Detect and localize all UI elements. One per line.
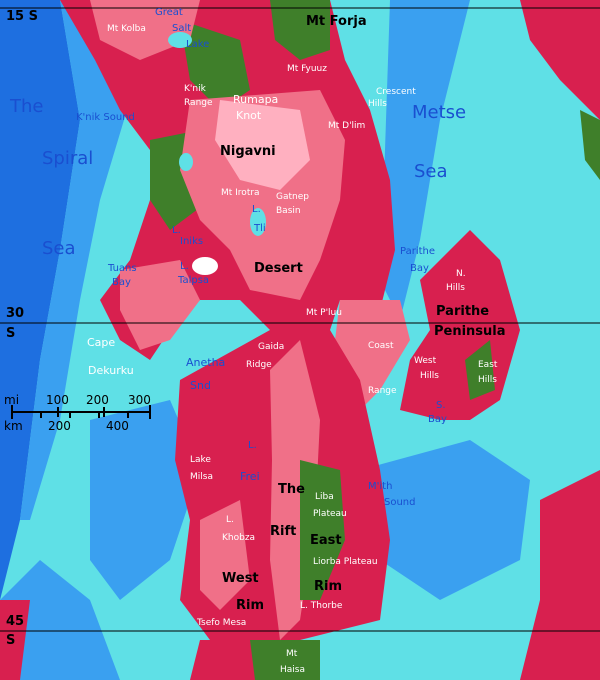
scale-mi-300: 300 [128, 393, 151, 407]
terrain-map: 15 S 30 S 45 S mi 100 200 300 km 200 400… [0, 0, 600, 680]
crescent-hills-label-2: Hills [368, 99, 387, 109]
coast-range-label-2: Range [368, 386, 397, 396]
west-hills-label-1: West [414, 356, 437, 366]
desert-label: Desert [254, 261, 303, 276]
west-rim-label-2: Rim [236, 598, 265, 613]
spiral-sea-label-3: Sea [42, 238, 76, 259]
the-rift-label-1: The [278, 482, 305, 497]
n-hills-label-1: N. [456, 269, 466, 279]
metse-sea-label-2: Sea [414, 161, 448, 182]
coast-range-label-1: Coast [368, 341, 394, 351]
liba-plateau-label-2: Plateau [313, 509, 347, 519]
parithe-bay-label-1: Parithe [400, 246, 436, 257]
cape-dekurku-label-1: Cape [87, 336, 116, 349]
mt-haisa-label-1: Mt [286, 649, 298, 659]
parithe-bay-label-2: Bay [410, 263, 429, 274]
tuans-bay-label-2: Bay [112, 277, 131, 288]
lake-khobza-label-2: Khobza [222, 533, 256, 543]
parithe-peninsula-label-2: Peninsula [434, 324, 506, 339]
gatnep-basin-label-2: Basin [276, 206, 301, 216]
lake-milsa-label-1: Lake [190, 455, 211, 465]
tuans-bay-label-1: Tuans [108, 263, 137, 274]
scale-km-200: 200 [48, 419, 71, 433]
lake-talpsa-label-1: L. [180, 261, 189, 272]
n-hills-label-2: Hills [446, 283, 465, 293]
east-rim-label-1: East [310, 533, 342, 548]
gaida-ridge-label-1: Gaida [258, 342, 285, 352]
anetha-snd-label-2: Snd [190, 379, 211, 392]
lake-thorbe-label: L. Thorbe [300, 601, 343, 611]
metse-sea-label-1: Metse [412, 102, 467, 123]
latitude-30-s-label: S [6, 326, 16, 341]
s-bay-label-2: Bay [428, 414, 447, 425]
tsefo-mesa-label: Tsefo Mesa [197, 618, 247, 628]
mt-dlim-label: Mt D'lim [328, 121, 366, 131]
lake-iniks-shape [179, 153, 193, 171]
mith-sound-label-1: M'ith [368, 481, 393, 492]
haisa-highlands [190, 640, 255, 680]
rumapa-knot-label-1: Rumapa [233, 93, 279, 106]
knik-range-label-2: Range [184, 98, 213, 108]
scale-km-label: km [4, 419, 23, 433]
spiral-sea-label-2: Spiral [42, 148, 94, 169]
s-bay-label-1: S. [436, 400, 446, 411]
crescent-hills-label-1: Crescent [376, 87, 416, 97]
gaida-ridge-label-2: Ridge [246, 360, 272, 370]
latitude-30-label: 30 [6, 306, 25, 321]
gatnep-basin-label-1: Gatnep [276, 192, 309, 202]
cape-dekurku-label-2: Dekurku [88, 364, 134, 377]
east-rim-label-2: Rim [314, 579, 343, 594]
lake-frei-label-1: L. [248, 440, 257, 451]
anetha-snd-label-1: Anetha [186, 356, 226, 369]
lake-iniks-label-1: L. [172, 225, 181, 236]
rumapa-knot-label-2: Knot [236, 109, 262, 122]
mt-kolba-label: Mt Kolba [107, 24, 146, 34]
lake-iniks-label-2: Iniks [180, 236, 204, 247]
knik-range-label-1: K'nik [184, 84, 206, 94]
knik-sound-label: K'nik Sound [76, 112, 135, 123]
scale-mi-100: 100 [46, 393, 69, 407]
scale-mi-200: 200 [86, 393, 109, 407]
scale-km-400: 400 [106, 419, 129, 433]
latitude-45-label: 45 [6, 614, 25, 629]
scale-mi-label: mi [4, 393, 20, 407]
spiral-sea-label-1: The [10, 96, 44, 117]
west-hills-label-2: Hills [420, 371, 439, 381]
mt-irotra-label: Mt Irotra [221, 188, 260, 198]
lake-milsa-label-2: Milsa [190, 472, 213, 482]
great-salt-lake-label-3: Lake [186, 39, 210, 50]
latitude-15-label: 15 S [6, 9, 38, 24]
mt-pluu-label: Mt P'luu [306, 308, 342, 318]
the-rift-label-2: Rift [270, 524, 297, 539]
east-hills-label-2: Hills [478, 375, 497, 385]
liba-plateau-label-1: Liba [315, 492, 334, 502]
west-rim-label-1: West [222, 571, 259, 586]
mt-fyuuz-label: Mt Fyuuz [287, 64, 327, 74]
great-salt-lake-label-1: Great [155, 7, 183, 18]
mt-haisa-label-2: Haisa [280, 665, 305, 675]
east-hills-label-1: East [478, 360, 498, 370]
latitude-45-s-label: S [6, 633, 16, 648]
lake-talpsa-shape [192, 257, 218, 275]
lake-tli-label-2: Tli [254, 223, 266, 234]
mt-forja-label: Mt Forja [306, 14, 367, 29]
lake-tli-label-1: L. [252, 204, 261, 215]
lake-talpsa-label-2: Talpsa [178, 275, 210, 286]
mith-sound-label-2: Sound [384, 497, 416, 508]
great-salt-lake-label-2: Salt [172, 23, 192, 34]
parithe-peninsula-label-1: Parithe [436, 304, 490, 319]
nigavni-label: Nigavni [220, 144, 276, 159]
liorba-plateau-label: Liorba Plateau [313, 557, 378, 567]
lake-khobza-label-1: L. [226, 515, 234, 525]
lake-frei-label-2: Frei [240, 470, 260, 483]
